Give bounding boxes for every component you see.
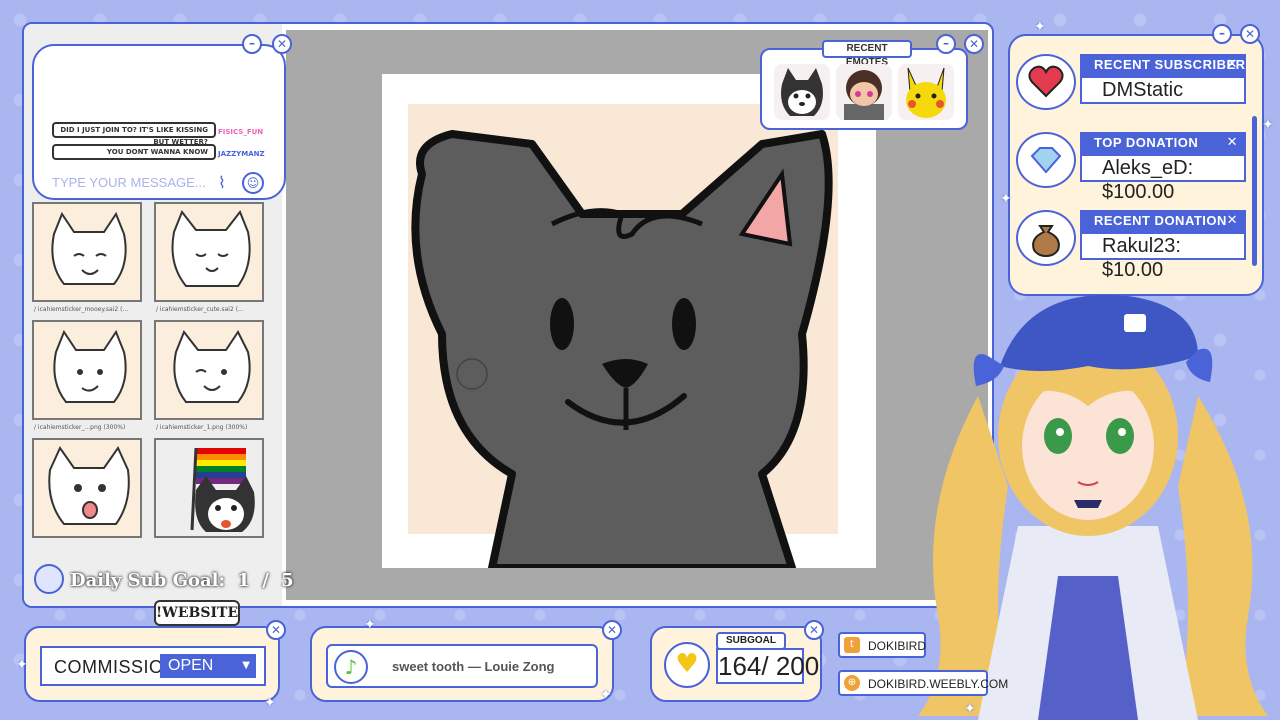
alert-label: RECENT SUBSCRIBER [1094,57,1246,72]
close-icon[interactable]: ✕ [272,34,292,54]
alert-top-donation: TOP DONATION ✕ Aleks_eD: $100.00 [1016,132,1246,203]
thumbnail-caption: / icahiemsticker_...png (300%) [34,424,126,431]
sparkle-icon: ✦ [364,617,376,633]
emote-pikachu [898,64,954,120]
heart-icon: ♥ [664,642,710,688]
vtuber-avatar [918,294,1268,720]
sparkle-icon: ✦ [16,657,28,673]
heart-icon [1016,54,1076,110]
thumbnail-4[interactable] [154,320,264,420]
thumbnail-caption: / icahiemsticker_1.png (300%) [156,424,248,431]
chibi-avatar-icon [34,564,64,594]
chat-message-input[interactable]: TYPE YOUR MESSAGE... [52,172,212,194]
gem-icon [1016,132,1076,188]
daily-sub-goal-current: 1 [237,570,250,591]
sparkle-icon: ✦ [264,695,276,711]
thumbnail-2[interactable] [154,202,264,302]
thumbnail-3[interactable] [32,320,142,420]
chat-username: JAZZYMANZ [218,150,265,158]
dog-emote-artwork [408,104,838,572]
website-command-tag: !WEBSITE [154,600,240,626]
close-icon[interactable]: ✕ [266,620,286,640]
alert-value: Rakul23: $10.00 [1080,232,1246,281]
daily-sub-goal: Daily Sub Goal: 1 / 5 [70,570,294,592]
close-icon[interactable]: ✕ [1227,57,1238,73]
minimize-icon[interactable]: – [936,34,956,54]
alert-recent-donation: RECENT DONATION ✕ Rakul23: $10.00 [1016,210,1246,281]
thumbnail-caption: / icahiemsticker_cute.sai2 (... [156,306,244,313]
chat-message: DID I JUST JOIN TO? IT'S LIKE KISSING BU… [52,122,216,146]
daily-sub-goal-separator: / [262,570,269,591]
minimize-icon[interactable]: – [1212,24,1232,44]
alert-label: RECENT DONATION [1094,213,1227,228]
sparkle-icon: ✦ [600,687,612,703]
daily-sub-goal-target: 5 [281,570,294,591]
thumbnail-caption: / icahiemsticker_mooey.sai2 (... [34,306,129,313]
sparkle-icon: ✦ [1000,191,1012,207]
close-icon[interactable]: ✕ [964,34,984,54]
sparkle-icon: ✦ [1262,117,1274,133]
alert-value: Aleks_eD: $100.00 [1080,154,1246,203]
stream-chat-widget: DID I JUST JOIN TO? IT'S LIKE KISSING BU… [32,44,286,200]
recent-emotes-title: RECENT EMOTES [822,40,912,68]
close-icon[interactable]: ✕ [804,620,824,640]
social-twitter[interactable]: t DOKIBIRD [838,632,926,658]
now-playing-track: sweet tooth — Louie Zong [392,659,555,674]
chat-message: YOU DONT WANNA KNOW [52,144,216,160]
close-icon[interactable]: ✕ [1240,24,1260,44]
subgoal-value: 164/ 200 [716,648,819,684]
emote-husky [774,64,830,120]
artboard[interactable] [382,74,876,572]
alert-label: TOP DONATION [1094,135,1199,150]
money-bag-icon [1016,210,1076,266]
emote-character [836,64,892,120]
subgoal-label: SUBGOAL [716,632,786,650]
stream-alerts-panel: RECENT SUBSCRIBER ✕ DMStatic TOP DONATION… [1008,34,1264,296]
commissions-status-select[interactable]: OPEN ▼ [160,654,256,678]
alert-value: DMStatic [1080,76,1246,104]
twitter-icon: t [844,637,860,653]
commissions-status: OPEN [168,657,214,674]
close-icon[interactable]: ✕ [602,620,622,640]
commissions-panel: COMMISSIONS OPEN ▼ [24,626,280,702]
alert-recent-subscriber: RECENT SUBSCRIBER ✕ DMStatic [1016,54,1246,110]
scrollbar[interactable] [1252,116,1257,266]
sparkle-icon: ✦ [964,701,976,717]
minimize-icon[interactable]: – [242,34,262,54]
music-note-icon: ♪ [334,650,368,684]
website-icon: ⊕ [844,675,860,691]
thumbnail-6-pride-emote[interactable] [154,438,264,538]
social-twitter-handle: DOKIBIRD [868,639,927,653]
chat-username: FISICS_FUN [218,128,264,136]
social-website-url: DOKIBIRD.WEEBLY.COM [868,677,1009,691]
thumbnail-5[interactable] [32,438,142,538]
chevron-down-icon: ▼ [242,660,250,671]
social-website[interactable]: ⊕ DOKIBIRD.WEEBLY.COM [838,670,1008,696]
sparkle-icon: ✦ [1034,19,1046,35]
now-playing-panel: ♪ sweet tooth — Louie Zong [310,626,614,702]
recent-emotes-widget: RECENT EMOTES [760,40,968,130]
close-icon[interactable]: ✕ [1227,213,1238,229]
emoji-icon[interactable]: ☺ [242,172,264,194]
thumbnail-1[interactable] [32,202,142,302]
daily-sub-goal-label: Daily Sub Goal: [70,570,226,591]
close-icon[interactable]: ✕ [1227,135,1238,151]
attachment-icon[interactable]: ⌇ [218,174,236,192]
